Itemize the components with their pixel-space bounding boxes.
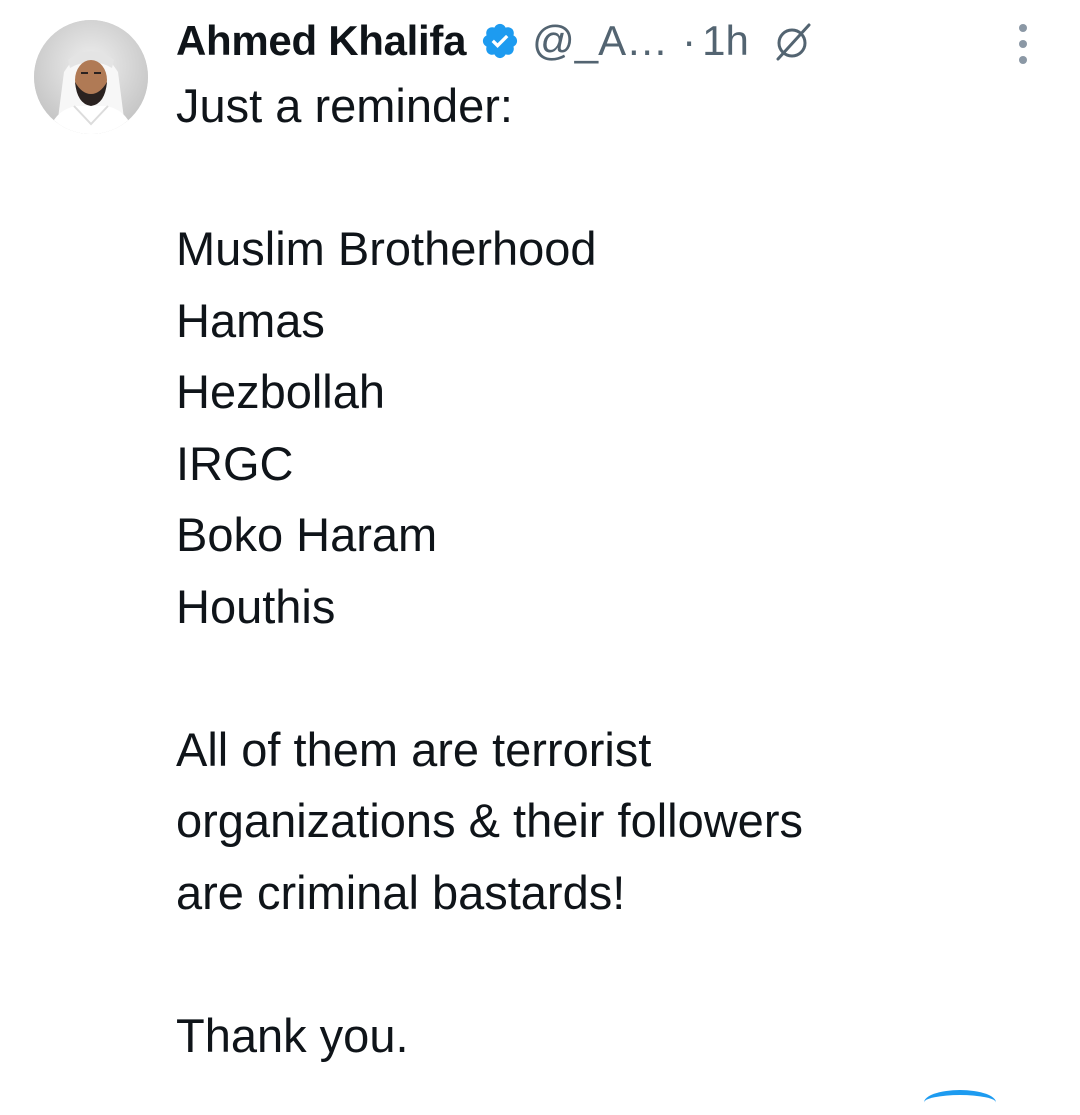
more-dot-icon: [1019, 24, 1027, 32]
avatar[interactable]: [34, 20, 148, 134]
statement-line: organizations & their followers: [176, 794, 803, 847]
statement-line: All of them are terrorist: [176, 722, 652, 776]
paragraph-break: [176, 142, 1036, 214]
org-item: Houthis: [176, 579, 336, 633]
org-item: Boko Haram: [176, 508, 438, 561]
org-item: Muslim Brotherhood: [176, 222, 597, 275]
more-dot-icon: [1019, 40, 1027, 48]
more-options-button[interactable]: [1010, 24, 1036, 64]
meta-separator: ·: [682, 17, 697, 64]
floating-compose-button-edge[interactable]: [924, 1090, 996, 1115]
edited-icon[interactable]: [771, 19, 815, 63]
more-dot-icon: [1019, 56, 1027, 64]
tweet-text: Just a reminder: Muslim Brotherhood Hama…: [176, 70, 1036, 1071]
paragraph-break: [176, 928, 1036, 1000]
org-item: Hezbollah: [176, 365, 386, 418]
tweet-timestamp[interactable]: 1h: [702, 17, 749, 65]
author-handle[interactable]: @_A…: [532, 17, 668, 65]
tweet-card: Ahmed Khalifa @_A… · 1h Just a reminder:…: [0, 0, 1080, 1099]
verified-badge-icon: [480, 21, 520, 61]
avatar-image: [34, 20, 148, 134]
statement-line: are criminal bastards!: [176, 865, 626, 919]
author-display-name[interactable]: Ahmed Khalifa: [176, 17, 466, 65]
paragraph-break: [176, 642, 1036, 714]
tweet-header: Ahmed Khalifa @_A… · 1h: [176, 10, 815, 72]
org-item: Hamas: [176, 293, 325, 347]
tweet-intro: Just a reminder:: [176, 79, 513, 132]
org-item: IRGC: [176, 436, 294, 490]
tweet-closing: Thank you.: [176, 1008, 409, 1062]
